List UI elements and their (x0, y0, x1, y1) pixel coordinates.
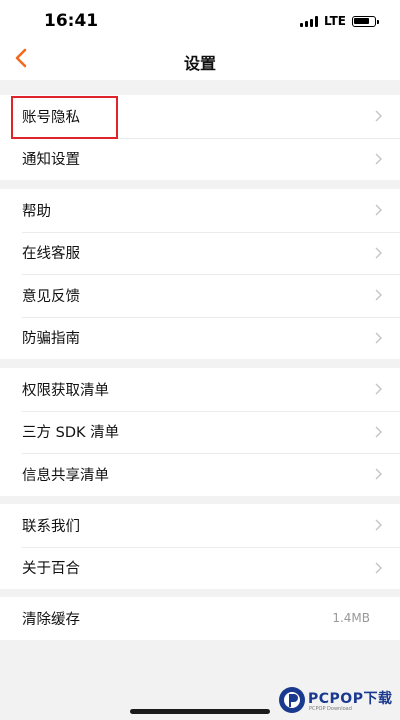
chevron-right-icon (375, 383, 382, 395)
row-label: 信息共享清单 (22, 467, 109, 484)
cache-size: 1.4MB (332, 611, 370, 626)
status-bar: 16:41 LTE (0, 0, 400, 38)
row-permission-list[interactable]: 权限获取清单 (0, 368, 400, 411)
page-title: 设置 (183, 54, 216, 73)
chevron-right-icon (375, 153, 382, 164)
row-label: 账号隐私 (22, 109, 80, 126)
row-help[interactable]: 帮助 (0, 189, 400, 232)
row-label: 关于百合 (22, 561, 80, 578)
row-label: 通知设置 (22, 152, 80, 169)
chevron-right-icon (375, 289, 382, 301)
chevron-right-icon (375, 562, 382, 573)
settings-group-help: 帮助 在线客服 意见反馈 防骗指南 (0, 189, 400, 359)
network-label: LTE (323, 14, 346, 28)
settings-group-lists: 权限获取清单 三方 SDK 清单 信息共享清单 (0, 368, 400, 496)
chevron-right-icon (375, 519, 382, 531)
chevron-right-icon (375, 247, 382, 258)
row-label: 帮助 (22, 203, 51, 220)
settings-group-account: 账号隐私 通知设置 (0, 95, 400, 180)
row-label: 意见反馈 (22, 288, 80, 305)
row-clear-cache[interactable]: 清除缓存 1.4MB (0, 597, 400, 640)
settings-group-cache: 清除缓存 1.4MB (0, 597, 400, 640)
row-label: 三方 SDK 清单 (22, 425, 120, 442)
row-anti-fraud-guide[interactable]: 防骗指南 (0, 316, 400, 360)
watermark: PCPOP下载 PCPOP Download (278, 684, 400, 720)
signal-icon (299, 15, 318, 27)
row-account-privacy[interactable]: 账号隐私 (0, 95, 400, 138)
row-label: 防骗指南 (22, 331, 80, 348)
row-info-sharing-list[interactable]: 信息共享清单 (0, 453, 400, 496)
row-label: 清除缓存 (22, 611, 80, 628)
row-feedback[interactable]: 意见反馈 (0, 274, 400, 317)
home-indicator[interactable] (130, 709, 270, 714)
nav-bar: 设置 (0, 38, 400, 80)
row-label: 联系我们 (22, 518, 80, 535)
row-third-party-sdk-list[interactable]: 三方 SDK 清单 (0, 410, 400, 454)
battery-icon (352, 15, 379, 27)
pcpop-logo-icon (279, 687, 305, 713)
chevron-right-icon (375, 110, 382, 122)
settings-group-about: 联系我们 关于百合 (0, 504, 400, 589)
row-online-support[interactable]: 在线客服 (0, 231, 400, 275)
chevron-right-icon (375, 426, 382, 437)
watermark-sub: PCPOP Download (309, 706, 352, 712)
status-time: 16:41 (44, 11, 99, 31)
row-about[interactable]: 关于百合 (0, 546, 400, 590)
watermark-brand: PCPOP下载 (308, 691, 393, 707)
chevron-right-icon (375, 204, 382, 216)
chevron-right-icon (375, 332, 382, 343)
row-notification-settings[interactable]: 通知设置 (0, 137, 400, 181)
status-indicators: LTE (299, 14, 379, 28)
row-contact-us[interactable]: 联系我们 (0, 504, 400, 547)
chevron-right-icon (375, 468, 382, 480)
row-label: 权限获取清单 (22, 382, 109, 399)
row-label: 在线客服 (22, 246, 80, 263)
